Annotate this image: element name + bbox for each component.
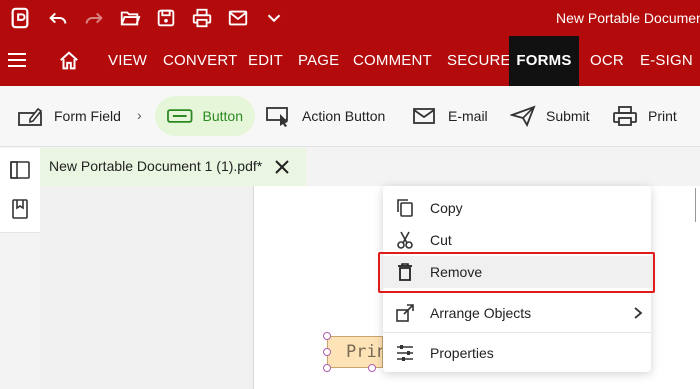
- menu-secure[interactable]: SECURE: [447, 36, 511, 86]
- resize-handle-tl[interactable]: [323, 332, 331, 340]
- resize-handle-bl[interactable]: [323, 364, 331, 372]
- menu-esign[interactable]: E-SIGN: [640, 36, 693, 86]
- email-tool-label: E-mail: [448, 108, 488, 124]
- menu-comment[interactable]: COMMENT: [353, 36, 432, 86]
- panel-toggle-icon[interactable]: [9, 159, 31, 181]
- menu-page[interactable]: PAGE: [298, 36, 339, 86]
- save-icon[interactable]: [154, 6, 178, 30]
- copy-label: Copy: [430, 200, 463, 216]
- form-field-label: Form Field: [54, 108, 121, 124]
- remove-highlight-box: [378, 252, 655, 293]
- button-tool[interactable]: Button: [155, 96, 255, 136]
- menu-item-properties[interactable]: Properties: [383, 337, 651, 369]
- menu-ocr[interactable]: OCR: [590, 36, 624, 86]
- copy-icon: [397, 199, 413, 217]
- menu-item-arrange-objects[interactable]: Arrange Objects: [383, 297, 651, 329]
- menu-convert[interactable]: CONVERT: [163, 36, 237, 86]
- bookmark-icon[interactable]: [9, 198, 31, 220]
- menu-view[interactable]: VIEW: [108, 36, 147, 86]
- menu-forms[interactable]: FORMS: [509, 36, 579, 86]
- action-button-label: Action Button: [302, 108, 386, 124]
- button-field-icon: [167, 109, 193, 123]
- resize-handle-bm[interactable]: [368, 364, 376, 372]
- forms-ribbon: Form Field › Button Action Button E-mail…: [0, 86, 700, 147]
- close-icon[interactable]: [273, 158, 291, 176]
- form-field-button[interactable]: Form Field: [18, 96, 121, 136]
- properties-label: Properties: [430, 345, 494, 361]
- email-icon[interactable]: [226, 6, 250, 30]
- menu-bar: VIEW CONVERT EDIT PAGE COMMENT SECURE FO…: [0, 36, 700, 86]
- hamburger-menu-icon[interactable]: [8, 52, 26, 68]
- button-field-caption: Prin: [346, 342, 383, 362]
- action-button-icon: [266, 107, 288, 127]
- arrange-label: Arrange Objects: [430, 305, 532, 321]
- menu-item-copy[interactable]: Copy: [383, 192, 651, 224]
- menu-edit[interactable]: EDIT: [248, 36, 283, 86]
- form-field-icon: [18, 107, 43, 126]
- send-icon: [510, 105, 536, 127]
- document-tab[interactable]: New Portable Document 1 (1).pdf*: [40, 148, 306, 186]
- print-tool[interactable]: Print: [612, 96, 677, 136]
- chevron-down-icon[interactable]: [262, 6, 286, 30]
- action-button-tool[interactable]: Action Button: [266, 96, 385, 136]
- title-bar: New Portable Documen: [0, 0, 700, 36]
- page-margin-line: [695, 188, 696, 222]
- app-logo-icon[interactable]: [8, 6, 32, 30]
- submenu-chevron-icon: [634, 307, 643, 319]
- side-panel: [0, 148, 41, 233]
- menu-separator: [383, 332, 651, 333]
- properties-icon: [397, 345, 413, 361]
- submit-tool[interactable]: Submit: [510, 96, 590, 136]
- home-icon[interactable]: [58, 50, 80, 72]
- button-tool-label: Button: [202, 108, 243, 124]
- window-title: New Portable Documen: [556, 10, 700, 26]
- document-tab-name: New Portable Document 1 (1).pdf*: [49, 158, 263, 174]
- scissors-icon: [397, 231, 413, 249]
- resize-handle-ml[interactable]: [323, 348, 331, 356]
- print-button-field[interactable]: Prin: [327, 336, 383, 368]
- email-tool[interactable]: E-mail: [412, 96, 488, 136]
- undo-icon[interactable]: [46, 6, 70, 30]
- arrange-icon: [396, 304, 414, 322]
- print-tool-label: Print: [648, 108, 677, 124]
- redo-icon[interactable]: [82, 6, 106, 30]
- open-folder-icon[interactable]: [118, 6, 142, 30]
- chevron-right-icon[interactable]: ›: [137, 107, 142, 123]
- print-icon[interactable]: [190, 6, 214, 30]
- cut-label: Cut: [430, 232, 452, 248]
- envelope-icon: [413, 108, 435, 124]
- printer-icon: [613, 106, 637, 126]
- submit-tool-label: Submit: [546, 108, 590, 124]
